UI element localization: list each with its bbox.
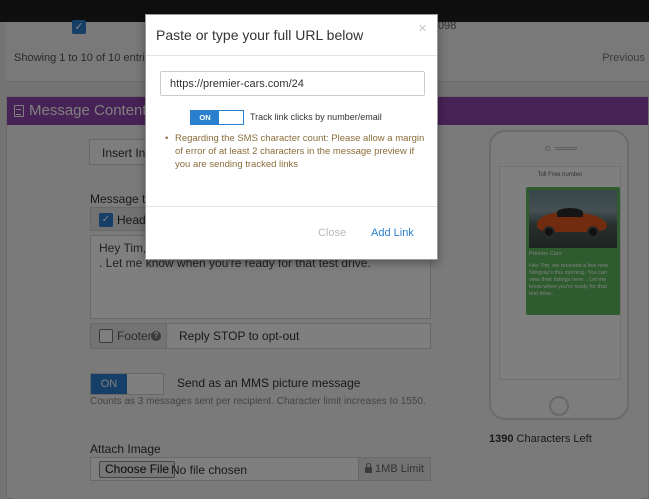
sms-count-note-text: Regarding the SMS character count: Pleas… (175, 133, 425, 170)
dialog-title: Paste or type your full URL below (156, 27, 364, 43)
bullet-icon: • (165, 133, 169, 144)
sms-count-note: • Regarding the SMS character count: Ple… (165, 132, 427, 171)
close-icon[interactable]: × (418, 21, 427, 36)
url-input[interactable] (160, 71, 425, 96)
close-button[interactable]: Close (318, 227, 346, 239)
track-clicks-toggle[interactable]: ON (190, 110, 244, 125)
add-link-button[interactable]: Add Link (371, 227, 414, 239)
dialog-footer: Close Add Link (146, 206, 437, 261)
dialog-header: Paste or type your full URL below × (146, 15, 437, 56)
track-clicks-label: Track link clicks by number/email (250, 112, 382, 122)
add-link-dialog: Paste or type your full URL below × ON T… (145, 14, 438, 260)
track-toggle-on: ON (191, 111, 219, 124)
